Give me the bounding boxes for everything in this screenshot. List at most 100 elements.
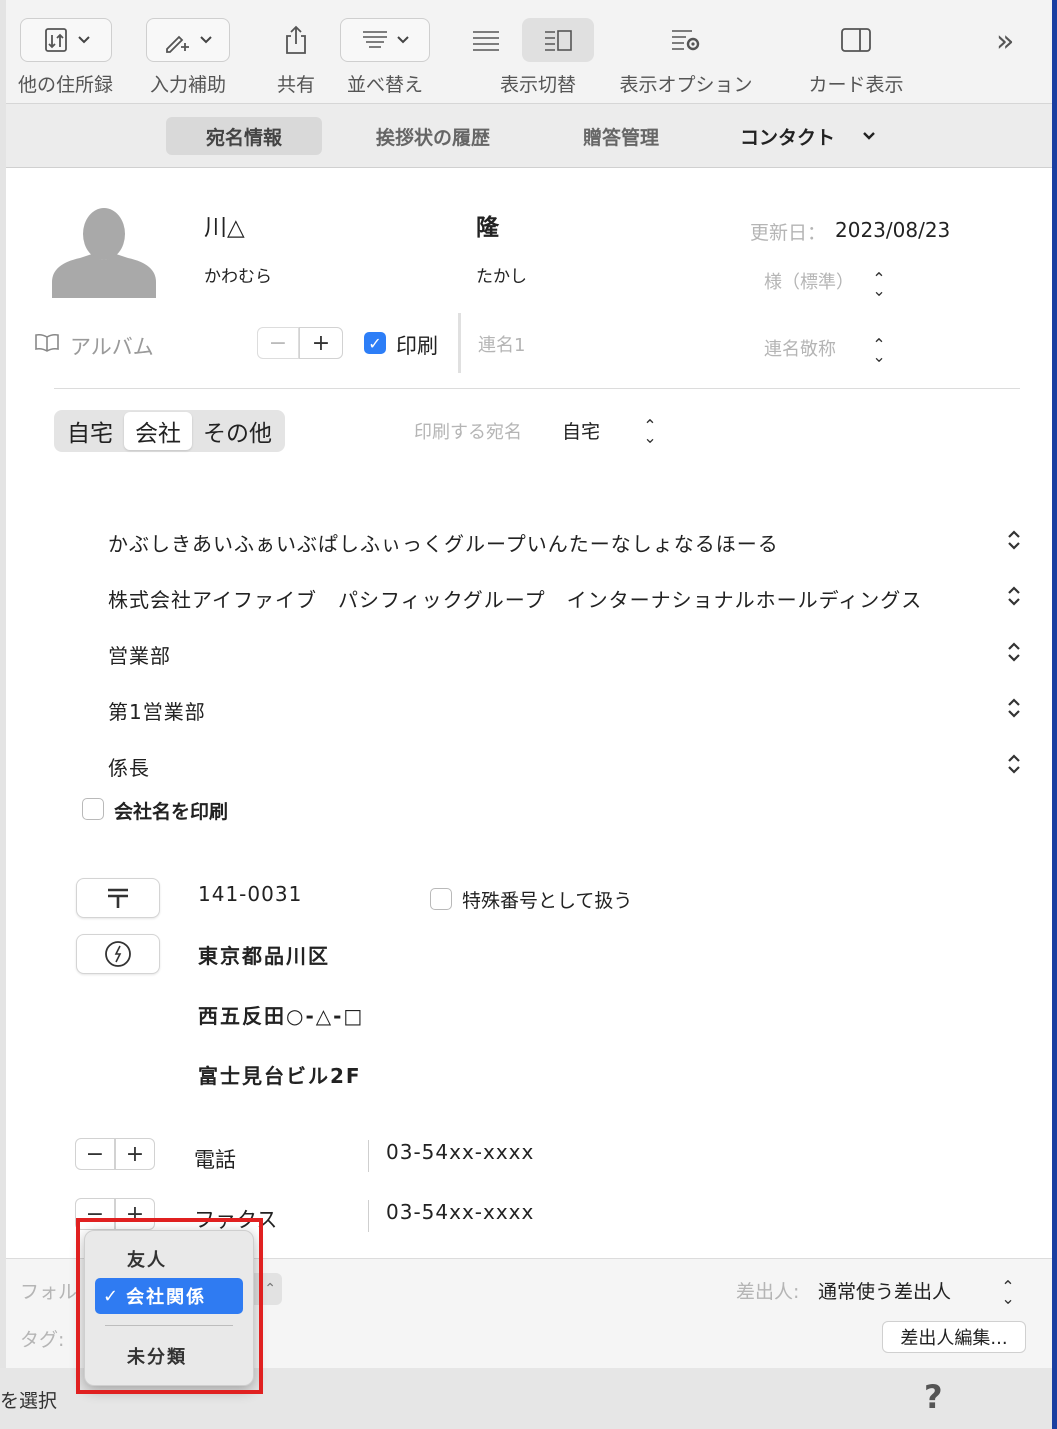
postal-mark-icon	[108, 888, 128, 908]
toolbar-label: カード表示	[808, 74, 904, 96]
plus-button[interactable]: +	[115, 1138, 155, 1170]
minus-button[interactable]: −	[75, 1138, 115, 1170]
toolbar-label: 入力補助	[149, 74, 226, 96]
chevron-down-icon	[200, 36, 212, 44]
tag-label: タグ:	[20, 1329, 65, 1351]
tab-bar: 宛名情報 挨拶状の履歴 贈答管理 コンタクト	[6, 104, 1052, 168]
updown-icon[interactable]: ⌃ ⌃	[872, 337, 886, 366]
toolbar-share[interactable]: 共有	[274, 18, 318, 97]
segment-other[interactable]: その他	[192, 412, 283, 450]
special-number-checkbox[interactable]	[430, 888, 452, 910]
phone-stepper: − +	[74, 1138, 156, 1170]
updated-label: 更新日：	[750, 222, 827, 244]
toolbar: 他の住所録 入力補助 共有 並べ替え 表示切替 表示オプション カード表示 »	[0, 0, 1057, 104]
company-kana[interactable]: かぶしきあいふぁいぶぱしふぃっくグループいんたーなしょなるほーる	[108, 528, 779, 557]
family-kana[interactable]: かわむら	[204, 262, 272, 287]
toolbar-sort[interactable]: 並べ替え	[340, 18, 430, 97]
avatar-placeholder-icon[interactable]	[50, 200, 158, 298]
toolbar-card-view[interactable]: カード表示	[806, 18, 906, 97]
department[interactable]: 営業部	[108, 640, 171, 669]
print-checkbox[interactable]: ✓	[364, 332, 386, 354]
given-kana[interactable]: たかし	[476, 262, 527, 287]
address-type-segmented: 自宅 会社 その他	[54, 410, 285, 452]
print-target-label: 印刷する宛名	[414, 422, 522, 443]
postal-lookup-button[interactable]	[76, 878, 160, 918]
honorific-select[interactable]: 様（標準）	[764, 268, 854, 294]
updown-icon[interactable]: ⌃ ⌃	[872, 271, 886, 300]
address-line1[interactable]: 東京都品川区	[198, 940, 330, 969]
toolbar-label: 表示オプション	[619, 74, 753, 96]
sender-edit-button[interactable]: 差出人編集...	[882, 1321, 1026, 1353]
joint-name-field[interactable]: 連名1	[478, 331, 525, 357]
tab-gift-management[interactable]: 贈答管理	[543, 117, 699, 155]
tab-greeting-history[interactable]: 挨拶状の履歴	[336, 117, 530, 155]
split-view-icon	[545, 30, 572, 51]
print-label: 印刷	[396, 334, 438, 358]
toolbar-label: 共有	[276, 74, 315, 96]
fax-value[interactable]: 03-54xx-xxxx	[386, 1200, 534, 1224]
updown-icon[interactable]: ⌃ ⌃	[643, 418, 657, 447]
sender-select[interactable]: 通常使う差出人	[818, 1277, 951, 1304]
book-icon	[35, 333, 59, 352]
tab-contact[interactable]: コンタクト	[700, 117, 917, 155]
updown-icon[interactable]: ⌃ ⌃	[1001, 1279, 1015, 1308]
segment-home[interactable]: 自宅	[56, 412, 124, 450]
updown-icon[interactable]	[1006, 528, 1022, 552]
segment-company[interactable]: 会社	[124, 412, 192, 450]
divider	[368, 1200, 369, 1232]
given-name[interactable]: 隆	[476, 208, 499, 242]
right-edge	[1052, 0, 1057, 1429]
section[interactable]: 第1営業部	[108, 696, 206, 725]
print-company-label: 会社名を印刷	[114, 801, 229, 823]
divider	[368, 1140, 369, 1172]
phone-value[interactable]: 03-54xx-xxxx	[386, 1140, 534, 1164]
updown-icon[interactable]	[1006, 640, 1022, 664]
joint-honorific-select[interactable]: 連名敬称	[764, 335, 836, 361]
sort-lines-icon	[363, 31, 387, 48]
address-line2[interactable]: 西五反田○-△-□	[198, 1000, 364, 1029]
sidebar-right-icon	[841, 28, 871, 52]
updated-date: 2023/08/23	[835, 218, 951, 242]
help-button[interactable]: ?	[924, 1378, 943, 1416]
address-line3[interactable]: 富士見台ビル2F	[198, 1060, 362, 1089]
toolbar-overflow-icon[interactable]: »	[996, 24, 1014, 59]
divider	[54, 388, 1020, 389]
family-name[interactable]: 川△	[204, 208, 245, 242]
company-name[interactable]: 株式会社アイファイブ パシフィックグループ インターナショナルホールディングス	[108, 584, 922, 613]
toolbar-label: 表示切替	[499, 74, 576, 96]
compass-icon	[105, 941, 131, 967]
divider	[458, 313, 461, 373]
toolbar-other-addressbooks[interactable]: 他の住所録	[18, 18, 113, 97]
postal-code[interactable]: 141-0031	[198, 882, 302, 906]
chevron-down-icon	[397, 36, 409, 44]
print-target-select[interactable]: 自宅	[562, 417, 600, 444]
select-text: を選択	[0, 1390, 58, 1412]
pen-add-icon	[166, 35, 189, 53]
main-panel: 川△ 隆 かわむら たかし 更新日： 2023/08/23 様（標準） ⌃ ⌃ ア…	[6, 168, 1052, 1368]
list-view-icon	[473, 31, 499, 51]
album-stepper: − +	[256, 327, 344, 359]
special-number-label: 特殊番号として扱う	[462, 890, 633, 912]
share-icon	[286, 25, 306, 54]
plus-button[interactable]: +	[299, 327, 343, 359]
map-button[interactable]	[76, 934, 160, 974]
updown-icon[interactable]	[1006, 696, 1022, 720]
minus-button[interactable]: −	[257, 327, 299, 359]
chevron-down-icon	[863, 132, 875, 140]
tab-address-info[interactable]: 宛名情報	[166, 117, 323, 155]
phone-label: 電話	[194, 1148, 236, 1172]
toolbar-view-options[interactable]: 表示オプション	[616, 18, 756, 97]
toolbar-view-toggle[interactable]: 表示切替	[473, 18, 596, 97]
chevron-down-icon	[77, 36, 90, 44]
print-company-checkbox[interactable]	[82, 798, 104, 820]
list-gear-icon	[672, 30, 700, 51]
updown-icon[interactable]	[1006, 584, 1022, 608]
toolbar-label: 並べ替え	[346, 74, 423, 96]
updown-icon[interactable]	[1006, 752, 1022, 776]
sender-label: 差出人:	[736, 1281, 800, 1303]
toolbar-input-assist[interactable]: 入力補助	[146, 18, 230, 97]
toolbar-label: 他の住所録	[18, 74, 114, 96]
job-title[interactable]: 係長	[108, 752, 150, 781]
folder-label: フォル	[20, 1281, 78, 1303]
album-label[interactable]: アルバム	[70, 331, 154, 361]
